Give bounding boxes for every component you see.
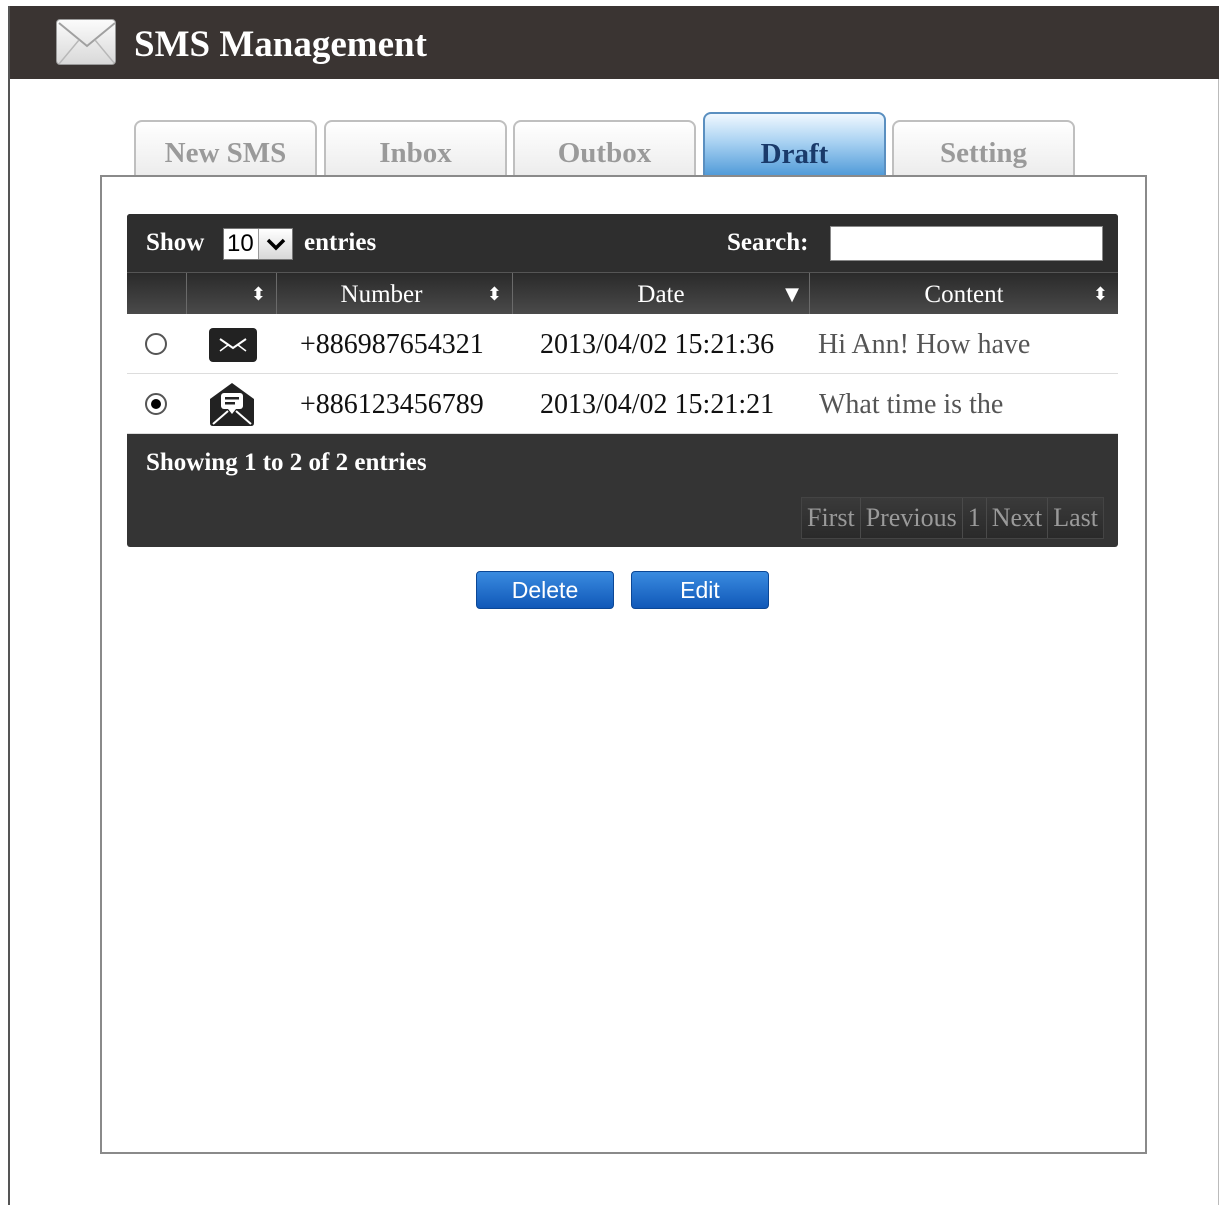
table-header: ⬍ Number ⬍ Date ▼ Content ⬍ <box>127 272 1118 315</box>
entries-length-value: 10 <box>227 230 254 257</box>
tab-setting[interactable]: Setting <box>892 120 1075 176</box>
row-radio[interactable] <box>145 393 167 415</box>
tab-draft[interactable]: Draft <box>703 112 886 176</box>
envelope-icon <box>56 19 116 65</box>
sort-both-icon: ⬍ <box>486 284 502 305</box>
delete-button[interactable]: Delete <box>476 571 614 609</box>
row-date: 2013/04/02 15:21:21 <box>540 389 775 420</box>
row-radio[interactable] <box>145 333 167 355</box>
table-footer: Showing 1 to 2 of 2 entries <box>127 434 1118 492</box>
envelope-closed-icon <box>209 328 257 367</box>
sort-both-icon: ⬍ <box>1092 284 1108 305</box>
sort-both-icon: ⬍ <box>250 284 266 305</box>
chevron-down-icon <box>258 229 292 259</box>
entries-length-select[interactable]: 10 <box>223 228 293 260</box>
sort-desc-icon: ▼ <box>785 284 799 305</box>
envelope-open-message-icon <box>208 381 256 432</box>
page-title: SMS Management <box>134 24 427 65</box>
row-number: +886123456789 <box>300 389 484 420</box>
entries-label: entries <box>304 229 377 256</box>
column-number-label: Number <box>340 281 423 308</box>
column-select <box>127 273 187 315</box>
row-content: Hi Ann! How have <box>818 329 1031 360</box>
pager-first[interactable]: First <box>802 498 861 538</box>
column-content[interactable]: Content ⬍ <box>810 273 1118 315</box>
column-number[interactable]: Number ⬍ <box>277 273 513 315</box>
column-icon[interactable]: ⬍ <box>187 273 277 315</box>
pager-last[interactable]: Last <box>1048 498 1103 538</box>
show-label: Show <box>146 229 205 256</box>
table-body: +886987654321 2013/04/02 15:21:36 Hi Ann… <box>127 314 1118 434</box>
search-input[interactable] <box>830 226 1103 261</box>
column-date[interactable]: Date ▼ <box>513 273 810 315</box>
table-row[interactable]: +886123456789 2013/04/02 15:21:21 What t… <box>127 374 1118 434</box>
row-number: +886987654321 <box>300 329 484 360</box>
column-content-label: Content <box>924 281 1004 308</box>
table-info: Showing 1 to 2 of 2 entries <box>146 449 427 476</box>
column-date-label: Date <box>637 281 685 308</box>
pagination: First Previous 1 Next Last <box>801 497 1104 539</box>
row-content: What time is the <box>819 389 1004 420</box>
search-label: Search: <box>727 229 809 256</box>
sms-table: Show 10 entries Search: ⬍ Number ⬍ Date … <box>127 214 1118 547</box>
table-toolbar: Show 10 entries Search: <box>127 214 1118 272</box>
edit-button[interactable]: Edit <box>631 571 769 609</box>
pager-page-1[interactable]: 1 <box>962 498 987 538</box>
tab-outbox[interactable]: Outbox <box>513 120 696 176</box>
row-date: 2013/04/02 15:21:36 <box>540 329 775 360</box>
pager-previous[interactable]: Previous <box>860 498 963 538</box>
table-row[interactable]: +886987654321 2013/04/02 15:21:36 Hi Ann… <box>127 314 1118 374</box>
pager-next[interactable]: Next <box>986 498 1049 538</box>
tab-inbox[interactable]: Inbox <box>324 120 507 176</box>
tab-new-sms[interactable]: New SMS <box>134 120 317 176</box>
